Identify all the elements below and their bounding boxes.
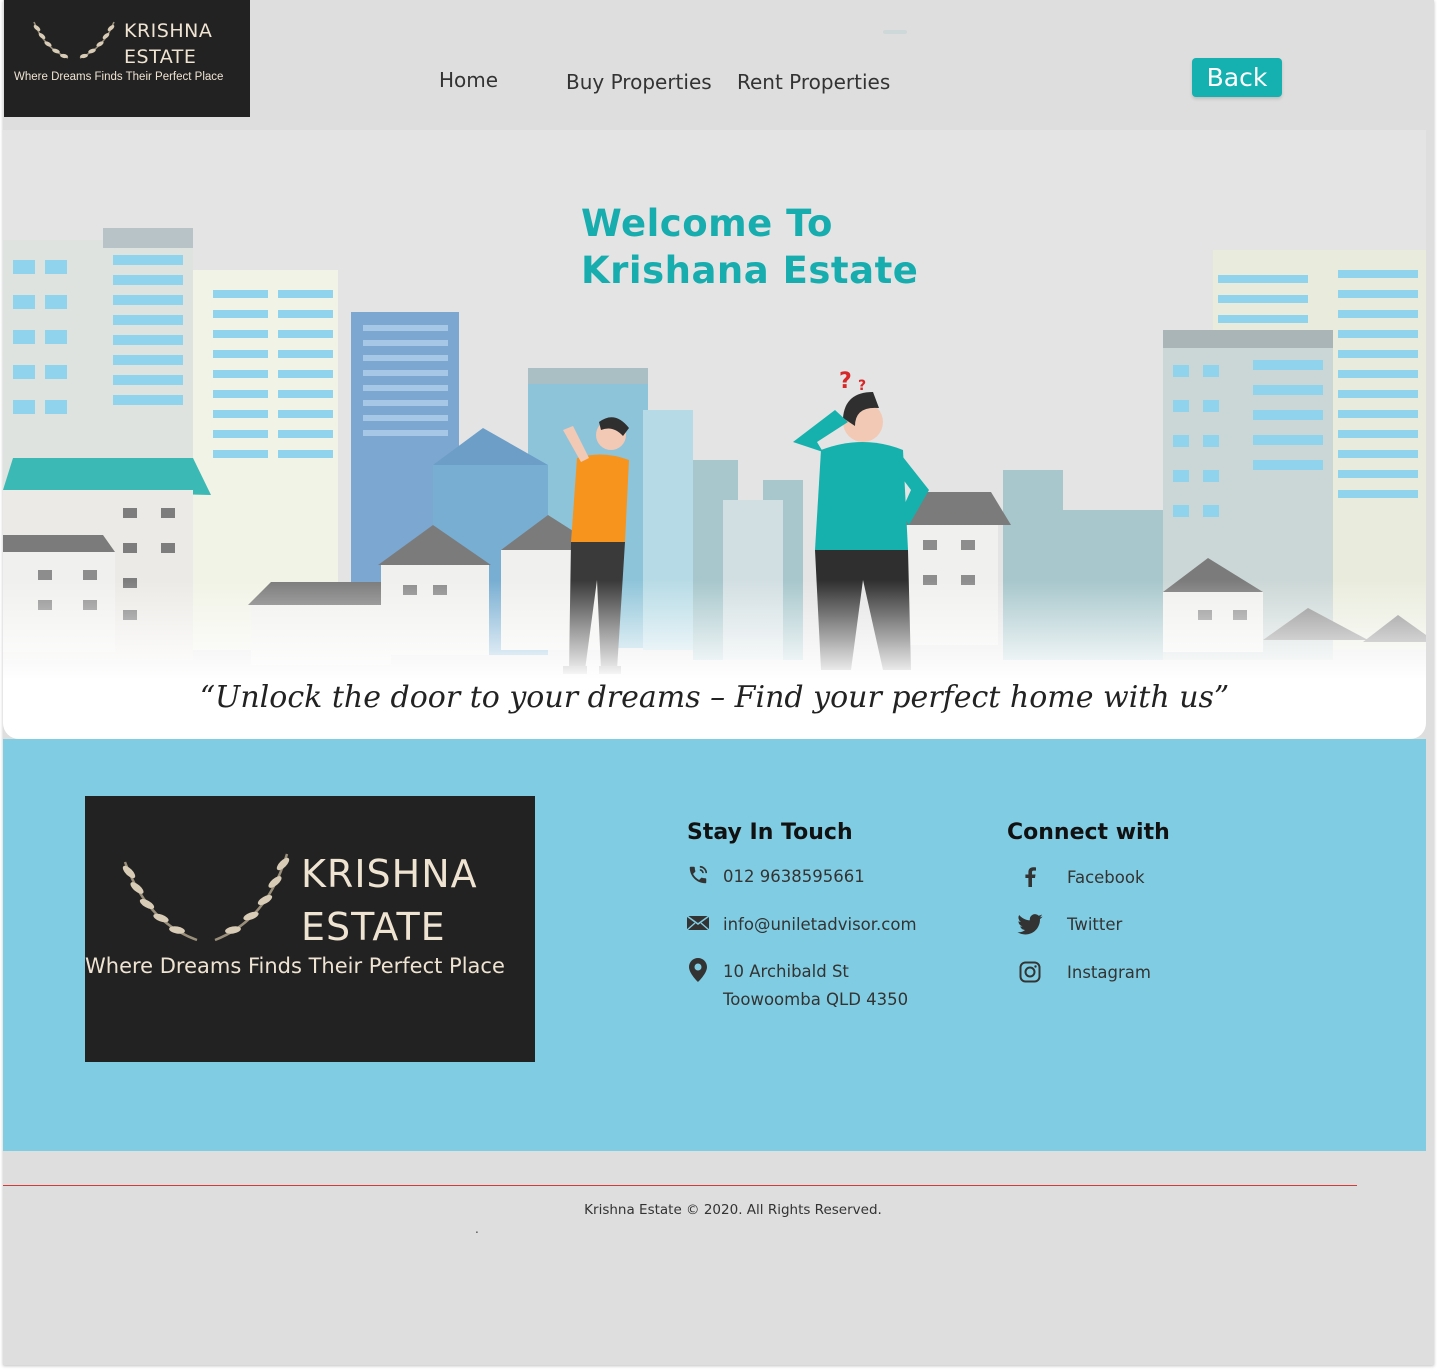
connect-with-heading: Connect with bbox=[1007, 820, 1170, 845]
hero-title-line1: Welcome To bbox=[581, 202, 833, 245]
address: 10 Archibald St Toowoomba QLD 4350 bbox=[723, 958, 908, 1014]
footer-logo-name-line2: ESTATE bbox=[301, 905, 446, 949]
phone-number: 012 9638595661 bbox=[723, 867, 865, 886]
instagram-label: Instagram bbox=[1067, 962, 1151, 982]
logo-tagline: Where Dreams Finds Their Perfect Place bbox=[14, 71, 224, 83]
address-line1: 10 Archibald St bbox=[723, 962, 849, 981]
page: KRISHNA ESTATE Where Dreams Finds Their … bbox=[3, 0, 1434, 1365]
address-line2: Toowoomba QLD 4350 bbox=[723, 990, 909, 1009]
twitter-icon bbox=[1017, 911, 1043, 937]
instagram-link[interactable]: Instagram bbox=[1017, 959, 1151, 985]
stray-dot: . bbox=[475, 1222, 479, 1236]
wreath-icon bbox=[33, 21, 115, 59]
hero-title-line2: Krishana Estate bbox=[581, 249, 919, 292]
footer-logo-name-line1: KRISHNA bbox=[301, 852, 478, 896]
nav-buy-link[interactable]: Buy Properties bbox=[566, 70, 712, 94]
twitter-link[interactable]: Twitter bbox=[1017, 911, 1122, 937]
footer-logo-tagline: Where Dreams Finds Their Perfect Place bbox=[85, 954, 505, 978]
hero-section: ? ? Welcome To Krishana Estate “Unlock t… bbox=[3, 130, 1426, 739]
stay-in-touch-heading: Stay In Touch bbox=[687, 820, 853, 845]
facebook-icon bbox=[1017, 864, 1043, 890]
logo-name-line2: ESTATE bbox=[124, 46, 197, 68]
footer-divider bbox=[3, 1185, 1357, 1186]
nav-rent-link[interactable]: Rent Properties bbox=[737, 70, 890, 94]
svg-text:?: ? bbox=[839, 369, 852, 394]
nav-home-link[interactable]: Home bbox=[439, 68, 498, 92]
wreath-icon bbox=[122, 853, 290, 942]
address-contact: 10 Archibald St Toowoomba QLD 4350 bbox=[686, 958, 908, 1014]
instagram-icon bbox=[1017, 959, 1043, 985]
footer-band: KRISHNA ESTATE Where Dreams Finds Their … bbox=[3, 739, 1426, 1151]
mail-icon bbox=[686, 911, 710, 935]
email-address: info@uniletadvisor.com bbox=[723, 915, 917, 934]
facebook-link[interactable]: Facebook bbox=[1017, 864, 1145, 890]
email-contact[interactable]: info@uniletadvisor.com bbox=[686, 911, 917, 939]
phone-icon bbox=[686, 863, 710, 887]
nav-indicator bbox=[883, 30, 907, 34]
phone-contact[interactable]: 012 9638595661 bbox=[686, 863, 865, 891]
copyright-text: Krishna Estate © 2020. All Rights Reserv… bbox=[584, 1202, 882, 1218]
svg-text:?: ? bbox=[858, 378, 866, 394]
hero-title: Welcome To Krishana Estate bbox=[581, 200, 918, 294]
hero-quote: “Unlock the door to your dreams – Find y… bbox=[199, 680, 1230, 715]
facebook-label: Facebook bbox=[1067, 867, 1145, 887]
logo-name-line1: KRISHNA bbox=[124, 20, 213, 42]
twitter-label: Twitter bbox=[1067, 914, 1123, 934]
back-button[interactable]: Back bbox=[1192, 58, 1282, 97]
footer-logo[interactable]: KRISHNA ESTATE Where Dreams Finds Their … bbox=[85, 796, 535, 1062]
header-logo[interactable]: KRISHNA ESTATE Where Dreams Finds Their … bbox=[4, 0, 250, 117]
location-pin-icon bbox=[686, 958, 710, 982]
